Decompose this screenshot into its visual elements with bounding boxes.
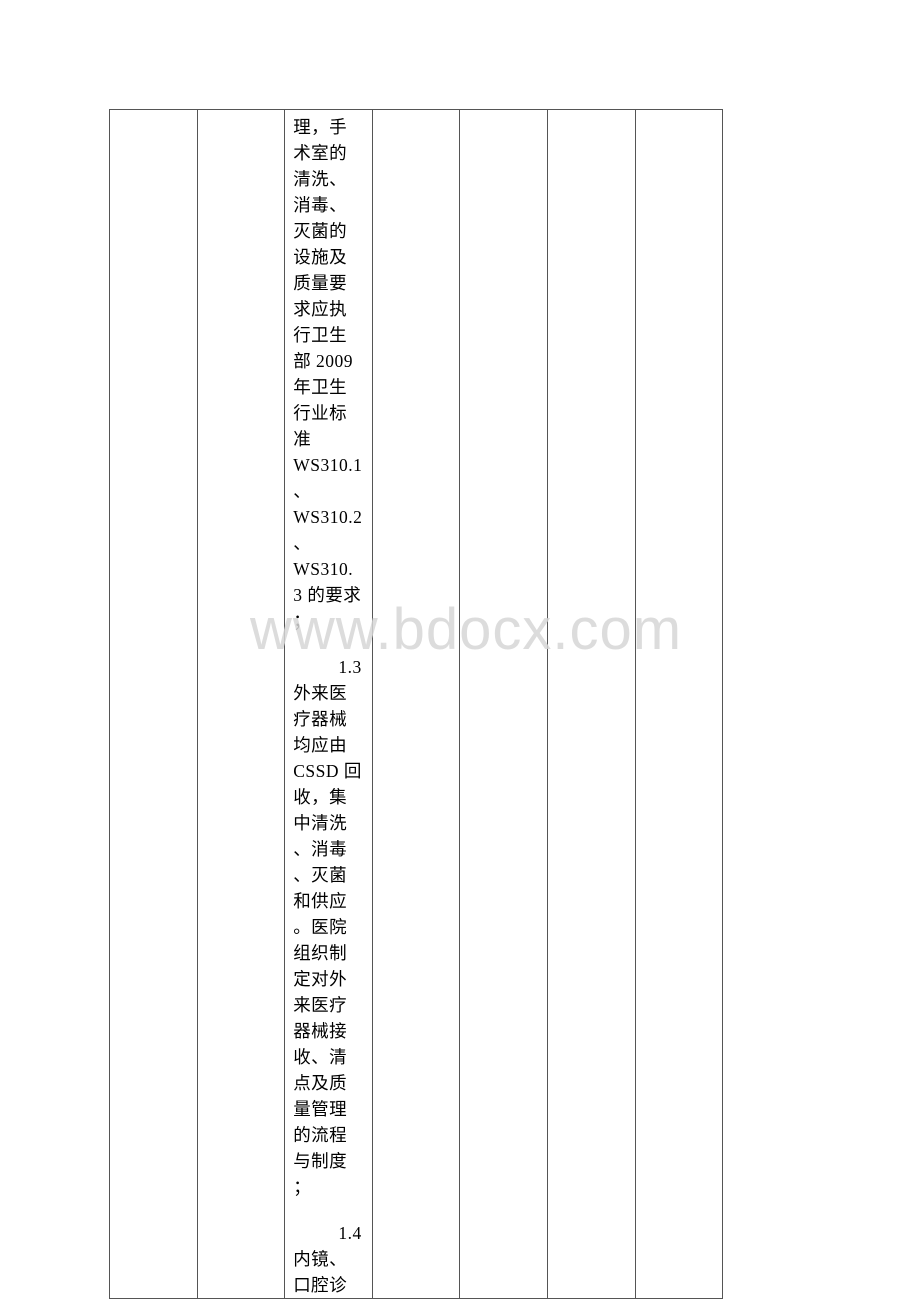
text-line: 器械接 [293, 1021, 348, 1041]
text-line: 组织制 [293, 943, 348, 963]
paragraph: 1.4 内镜、口腔诊 [293, 1220, 372, 1298]
text-line: 。医院 [293, 917, 348, 937]
text-line: 清洗、 [293, 169, 348, 189]
table-cell-col-5 [459, 109, 548, 1299]
text-line: 、 [293, 481, 312, 501]
text-line: 准 [293, 429, 312, 449]
text-line: 收、清 [293, 1047, 348, 1067]
text-line: 与制度 [293, 1151, 348, 1171]
text-line: 收，集 [293, 787, 348, 807]
text-line: 来医疗 [293, 995, 348, 1015]
text-line: CSSD 回 [293, 761, 362, 781]
table-cell-col-4 [371, 109, 461, 1299]
text-line: 术室的 [293, 143, 348, 163]
text-line: WS310. [293, 559, 354, 579]
paragraph-number: 1.4 [338, 1223, 362, 1243]
document-page: 理，手术室的清洗、消毒、灭菌的设施及质量要求应执行卫生部 2009 年卫生行业标准… [0, 0, 920, 1302]
paragraph: 1.3 外来医疗器械均应由 CSSD 回收，集中清洗、消毒、灭菌和供应。医院组织制定… [293, 654, 372, 1200]
text-line: 中清洗 [293, 813, 348, 833]
text-line: 部 2009 [293, 351, 354, 371]
text-line: 外来医 [293, 683, 348, 703]
table-cell-col-6 [546, 109, 636, 1299]
table-cell-col-3: 理，手术室的清洗、消毒、灭菌的设施及质量要求应执行卫生部 2009 年卫生行业标准… [284, 109, 373, 1299]
text-line: 年卫生 [293, 377, 348, 397]
text-line: 求应执 [293, 299, 348, 319]
text-line: 的流程 [293, 1125, 348, 1145]
text-line: 内镜、 [293, 1249, 348, 1269]
text-line: 点及质 [293, 1073, 348, 1093]
paragraph: 理，手术室的清洗、消毒、灭菌的设施及质量要求应执行卫生部 2009 年卫生行业标准… [293, 114, 372, 634]
text-line: ； [293, 1177, 312, 1197]
text-line: 定对外 [293, 969, 348, 989]
text-line: ； [293, 611, 312, 631]
text-line: 行卫生 [293, 325, 348, 345]
text-line: 设施及 [293, 247, 348, 267]
text-line: 行业标 [293, 403, 348, 423]
text-line: 口腔诊 [293, 1275, 348, 1295]
table-cell-col-2 [196, 109, 286, 1299]
text-line: 、灭菌 [293, 865, 348, 885]
table-cell-col-1 [109, 109, 198, 1299]
text-line: 理，手 [293, 117, 348, 137]
text-line: WS310.2 [293, 507, 363, 527]
paragraph-number: 1.3 [338, 657, 362, 677]
text-line: 灭菌的 [293, 221, 348, 241]
text-line: 均应由 [293, 735, 348, 755]
requirements-table: 理，手术室的清洗、消毒、灭菌的设施及质量要求应执行卫生部 2009 年卫生行业标准… [109, 109, 724, 1299]
text-line: 、 [293, 533, 312, 553]
text-line: 量管理 [293, 1099, 348, 1119]
text-line: 质量要 [293, 273, 348, 293]
table-row: 理，手术室的清洗、消毒、灭菌的设施及质量要求应执行卫生部 2009 年卫生行业标准… [109, 109, 724, 1299]
text-line: 和供应 [293, 891, 348, 911]
text-line: 、消毒 [293, 839, 348, 859]
table-cell-col-7 [634, 109, 724, 1299]
text-line: 3 的要求 [293, 585, 362, 605]
text-line: 疗器械 [293, 709, 348, 729]
requirement-text: 理，手术室的清洗、消毒、灭菌的设施及质量要求应执行卫生部 2009 年卫生行业标准… [285, 110, 372, 1298]
text-line: 消毒、 [293, 195, 348, 215]
text-line: WS310.1 [293, 455, 363, 475]
